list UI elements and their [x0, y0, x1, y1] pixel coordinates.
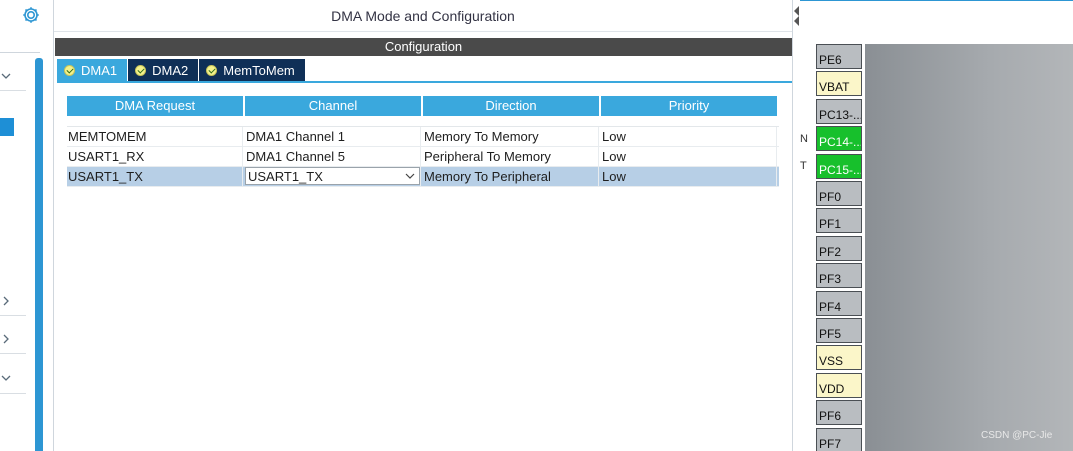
pin-vbat[interactable]: VBAT — [816, 71, 862, 96]
pin-pf2[interactable]: PF2 — [816, 236, 862, 261]
column-header-dma-request[interactable]: DMA Request — [67, 96, 243, 116]
pin-pe6[interactable]: PE6 — [816, 44, 862, 69]
tab-label: DMA1 — [81, 62, 118, 78]
column-header-priority[interactable]: Priority — [601, 96, 777, 116]
cell-request: USART1_TX — [67, 167, 243, 186]
tab-label: DMA2 — [152, 62, 189, 78]
table-body: MEMTOMEM DMA1 Channel 1 Memory To Memory… — [67, 126, 779, 187]
pin-pf4[interactable]: PF4 — [816, 291, 862, 316]
sidebar-divider — [0, 353, 26, 354]
cell-priority: Low — [601, 147, 777, 166]
pin-pc15[interactable]: PC15-... — [816, 154, 862, 179]
chevron-down-icon[interactable] — [0, 372, 14, 386]
check-icon — [64, 64, 75, 76]
cell-direction: Memory To Memory — [423, 127, 599, 146]
cell-direction: Peripheral To Memory — [423, 147, 599, 166]
channel-select-cell: USART1_TX — [245, 167, 421, 186]
column-header-direction[interactable]: Direction — [423, 96, 599, 116]
cell-direction: Memory To Peripheral — [423, 167, 599, 186]
pin-pf5[interactable]: PF5 — [816, 318, 862, 343]
pin-pf0[interactable]: PF0 — [816, 181, 862, 206]
configuration-header: Configuration — [55, 38, 792, 56]
chevron-down-icon[interactable] — [0, 70, 14, 84]
cell-request: USART1_RX — [67, 147, 243, 166]
watermark: CSDN @PC-Jie — [981, 430, 1053, 441]
channel-select[interactable]: USART1_TX — [245, 167, 420, 185]
chevron-right-icon[interactable] — [0, 333, 14, 347]
column-header-channel[interactable]: Channel — [245, 96, 421, 116]
channel-select-value: USART1_TX — [248, 168, 323, 184]
cell-request: MEMTOMEM — [67, 127, 243, 146]
panel-title: DMA Mode and Configuration — [54, 0, 792, 32]
collapse-arrow-icon[interactable] — [793, 4, 800, 28]
tab-dma2[interactable]: DMA2 — [128, 59, 199, 81]
dma-config-panel: DMA Mode and Configuration Configuration… — [53, 0, 793, 451]
sidebar-scrollbar[interactable] — [35, 58, 43, 451]
table-header: DMA Request Channel Direction Priority — [67, 96, 779, 116]
sidebar-divider — [0, 90, 26, 91]
dma-request-table: DMA Request Channel Direction Priority M… — [67, 96, 779, 187]
pin-pc14[interactable]: PC14-... — [816, 126, 862, 151]
tab-dma1[interactable]: DMA1 — [57, 59, 128, 81]
pin-vss[interactable]: VSS — [816, 345, 862, 370]
tab-underline — [57, 81, 792, 83]
chevron-right-icon[interactable] — [0, 295, 14, 309]
chevron-down-icon — [405, 173, 415, 179]
table-row[interactable]: USART1_RX DMA1 Channel 5 Peripheral To M… — [67, 147, 779, 167]
pin-pc13[interactable]: PC13-... — [816, 99, 862, 124]
dma-tabs: DMA1 DMA2 MemToMem — [57, 59, 306, 81]
pin-pf6[interactable]: PF6 — [816, 400, 862, 425]
pin-pf7[interactable]: PF7 — [816, 428, 862, 451]
pin-vdd[interactable]: VDD — [816, 373, 862, 398]
pin-stub-label: N — [800, 133, 808, 145]
chip-body — [865, 44, 1073, 451]
check-icon — [206, 64, 218, 76]
pin-pf3[interactable]: PF3 — [816, 263, 862, 288]
sidebar-divider — [0, 315, 26, 316]
table-row-selected[interactable]: USART1_TX USART1_TX Memory To Peripheral… — [67, 167, 779, 187]
cell-priority: Low — [601, 167, 777, 186]
tab-label: MemToMem — [223, 62, 295, 78]
cell-channel: DMA1 Channel 5 — [245, 147, 421, 166]
pin-stub-label: T — [800, 160, 807, 172]
sidebar-divider — [0, 52, 40, 53]
check-icon — [135, 64, 147, 76]
cell-channel: DMA1 Channel 1 — [245, 127, 421, 146]
tab-memtomem[interactable]: MemToMem — [199, 59, 305, 81]
sidebar-selected-item[interactable] — [0, 118, 14, 136]
gear-icon[interactable] — [21, 5, 41, 25]
pin-pf1[interactable]: PF1 — [816, 208, 862, 233]
sidebar-divider — [0, 393, 26, 394]
table-row[interactable]: MEMTOMEM DMA1 Channel 1 Memory To Memory… — [67, 127, 779, 147]
top-divider — [800, 0, 1073, 1]
left-sidebar — [0, 0, 46, 451]
cell-priority: Low — [601, 127, 777, 146]
